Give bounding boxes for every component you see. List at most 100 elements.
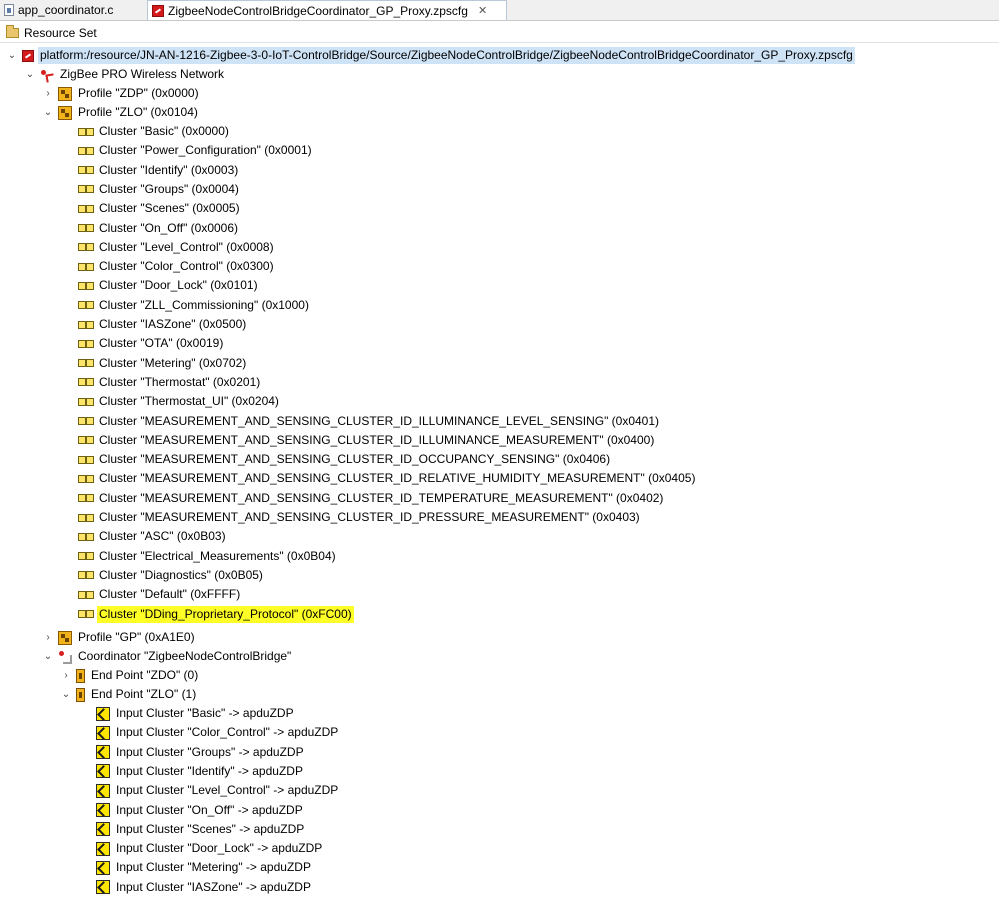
tab-label: ZigbeeNodeControlBridgeCoordinator_GP_Pr… <box>168 3 468 18</box>
cluster-label: Cluster "Basic" (0x0000) <box>99 124 229 138</box>
cluster-label: Cluster "On_Off" (0x0006) <box>99 220 239 235</box>
input-cluster-icon <box>96 803 110 817</box>
endpoint-icon <box>76 687 85 702</box>
expand-chevron-icon[interactable]: ⌄ <box>6 50 18 62</box>
cluster-row[interactable]: Cluster "Thermostat_UI" (0x0204) <box>78 392 281 411</box>
coordinator-label: Coordinator "ZigbeeNodeControlBridge" <box>78 649 292 663</box>
zpscfg-file-icon <box>152 4 164 17</box>
cluster-icon <box>78 610 94 618</box>
cluster-label: Cluster "Metering" (0x0702) <box>99 355 247 370</box>
input-cluster-label: Input Cluster "Basic" -> apduZDP <box>116 706 294 720</box>
cluster-row[interactable]: Cluster "Color_Control" (0x0300) <box>78 257 276 276</box>
expand-chevron-icon[interactable]: ⌄ <box>42 651 54 663</box>
input-cluster-label: Input Cluster "Color_Control" -> apduZDP <box>116 725 339 740</box>
cluster-row[interactable]: Cluster "MEASUREMENT_AND_SENSING_CLUSTER… <box>78 469 697 488</box>
cluster-label: Cluster "MEASUREMENT_AND_SENSING_CLUSTER… <box>99 471 696 486</box>
cluster-row[interactable]: Cluster "IASZone" (0x0500) <box>78 315 248 334</box>
input-cluster-row[interactable]: Input Cluster "IASZone" -> apduZDP <box>96 878 313 897</box>
cluster-icon <box>78 339 94 348</box>
cluster-icon <box>78 204 94 213</box>
input-cluster-icon <box>96 764 110 779</box>
cluster-label: Cluster "DDing_Proprietary_Protocol" (0x… <box>97 605 354 623</box>
cluster-icon <box>78 243 94 252</box>
cluster-row[interactable]: Cluster "Default" (0xFFFF) <box>78 585 242 604</box>
cluster-label: Cluster "Thermostat" (0x0201) <box>99 374 261 389</box>
tree-profile-gp[interactable]: › Profile "GP" (0xA1E0) <box>42 628 197 647</box>
close-icon[interactable]: ✕ <box>478 4 487 17</box>
cluster-icon <box>78 590 94 599</box>
cluster-icon <box>78 436 94 445</box>
input-cluster-label: Input Cluster "Level_Control" -> apduZDP <box>116 783 339 798</box>
input-cluster-label: Input Cluster "Scenes" -> apduZDP <box>116 821 305 836</box>
expand-chevron-icon[interactable]: ⌄ <box>42 107 54 119</box>
input-cluster-row[interactable]: Input Cluster "Color_Control" -> apduZDP <box>96 723 340 742</box>
tree-profile-zlo[interactable]: ⌄ Profile "ZLO" (0x0104) <box>42 103 200 122</box>
cluster-row[interactable]: Cluster "DDing_Proprietary_Protocol" (0x… <box>78 605 354 624</box>
input-cluster-label: Input Cluster "Metering" -> apduZDP <box>116 860 311 875</box>
profile-icon <box>58 630 72 645</box>
input-cluster-row[interactable]: Input Cluster "Metering" -> apduZDP <box>96 858 313 877</box>
wireless-network-icon <box>40 68 54 82</box>
input-cluster-row[interactable]: Input Cluster "Scenes" -> apduZDP <box>96 820 306 839</box>
cluster-icon <box>78 127 94 136</box>
cluster-label: Cluster "MEASUREMENT_AND_SENSING_CLUSTER… <box>99 413 660 428</box>
tree-coordinator[interactable]: ⌄ Coordinator "ZigbeeNodeControlBridge" <box>42 647 293 666</box>
tree-profile-zdp[interactable]: › Profile "ZDP" (0x0000) <box>42 84 201 103</box>
tab-label: app_coordinator.c <box>18 3 114 17</box>
cluster-row[interactable]: Cluster "ASC" (0x0B03) <box>78 527 228 546</box>
tree-endpoint-zdo[interactable]: › End Point "ZDO" (0) <box>60 666 200 685</box>
tree-network[interactable]: ⌄ ZigBee PRO Wireless Network <box>24 65 226 84</box>
tree-root[interactable]: ⌄ platform:/resource/JN-AN-1216-Zigbee-3… <box>6 46 855 65</box>
cluster-label: Cluster "ASC" (0x0B03) <box>99 529 226 544</box>
cluster-row[interactable]: Cluster "Electrical_Measurements" (0x0B0… <box>78 547 338 566</box>
cluster-row[interactable]: Cluster "Basic" (0x0000) <box>78 122 231 141</box>
cluster-label: Cluster "MEASUREMENT_AND_SENSING_CLUSTER… <box>99 490 664 505</box>
cluster-row[interactable]: Cluster "Metering" (0x0702) <box>78 354 248 373</box>
cluster-icon <box>78 494 94 503</box>
cluster-row[interactable]: Cluster "MEASUREMENT_AND_SENSING_CLUSTER… <box>78 508 642 527</box>
input-cluster-label: Input Cluster "IASZone" -> apduZDP <box>116 879 311 894</box>
input-cluster-row[interactable]: Input Cluster "Level_Control" -> apduZDP <box>96 781 340 800</box>
cluster-label: Cluster "OTA" (0x0019) <box>99 336 224 351</box>
cluster-row[interactable]: Cluster "MEASUREMENT_AND_SENSING_CLUSTER… <box>78 489 665 508</box>
cluster-row[interactable]: Cluster "Power_Configuration" (0x0001) <box>78 141 314 160</box>
collapse-chevron-icon[interactable]: › <box>42 88 54 100</box>
cluster-icon <box>78 262 94 271</box>
expand-chevron-icon[interactable]: ⌄ <box>60 689 72 701</box>
endpoint-icon <box>76 668 85 683</box>
collapse-chevron-icon[interactable]: › <box>60 670 72 682</box>
cluster-row[interactable]: Cluster "MEASUREMENT_AND_SENSING_CLUSTER… <box>78 431 656 450</box>
tree-endpoint-zlo[interactable]: ⌄ End Point "ZLO" (1) <box>60 685 198 704</box>
cluster-row[interactable]: Cluster "Scenes" (0x0005) <box>78 199 242 218</box>
cluster-row[interactable]: Cluster "MEASUREMENT_AND_SENSING_CLUSTER… <box>78 450 612 469</box>
c-file-icon <box>4 4 14 16</box>
collapse-chevron-icon[interactable]: › <box>42 632 54 644</box>
expand-chevron-icon[interactable]: ⌄ <box>24 69 36 81</box>
cluster-label: Cluster "ZLL_Commissioning" (0x1000) <box>99 297 309 312</box>
cluster-row[interactable]: Cluster "Diagnostics" (0x0B05) <box>78 566 265 585</box>
cluster-icon <box>78 185 94 194</box>
cluster-row[interactable]: Cluster "MEASUREMENT_AND_SENSING_CLUSTER… <box>78 412 661 431</box>
cluster-row[interactable]: Cluster "ZLL_Commissioning" (0x1000) <box>78 296 311 315</box>
profile-label: Profile "GP" (0xA1E0) <box>78 630 195 644</box>
cluster-row[interactable]: Cluster "Thermostat" (0x0201) <box>78 373 262 392</box>
cluster-row[interactable]: Cluster "On_Off" (0x0006) <box>78 219 240 238</box>
cluster-row[interactable]: Cluster "Level_Control" (0x0008) <box>78 238 276 257</box>
input-cluster-row[interactable]: Input Cluster "Groups" -> apduZDP <box>96 743 306 762</box>
input-cluster-row[interactable]: Input Cluster "Door_Lock" -> apduZDP <box>96 839 324 858</box>
input-cluster-row[interactable]: Input Cluster "On_Off" -> apduZDP <box>96 801 305 820</box>
cluster-row[interactable]: Cluster "Door_Lock" (0x0101) <box>78 276 260 295</box>
cluster-row[interactable]: Cluster "OTA" (0x0019) <box>78 334 225 353</box>
cluster-row[interactable]: Cluster "Identify" (0x0003) <box>78 161 240 180</box>
cluster-label: Cluster "MEASUREMENT_AND_SENSING_CLUSTER… <box>99 432 655 447</box>
tab-app-coordinator[interactable]: app_coordinator.c <box>0 0 142 20</box>
cluster-icon <box>78 359 94 368</box>
input-cluster-row[interactable]: Input Cluster "Identify" -> apduZDP <box>96 762 305 781</box>
resource-set-header[interactable]: Resource Set <box>0 23 999 43</box>
tab-zpscfg[interactable]: ZigbeeNodeControlBridgeCoordinator_GP_Pr… <box>147 0 507 20</box>
cluster-row[interactable]: Cluster "Groups" (0x0004) <box>78 180 241 199</box>
input-cluster-icon <box>96 706 110 721</box>
input-cluster-row[interactable]: Input Cluster "Basic" -> apduZDP <box>96 704 296 723</box>
cluster-label: Cluster "Default" (0xFFFF) <box>99 587 241 602</box>
input-cluster-icon <box>96 841 110 856</box>
